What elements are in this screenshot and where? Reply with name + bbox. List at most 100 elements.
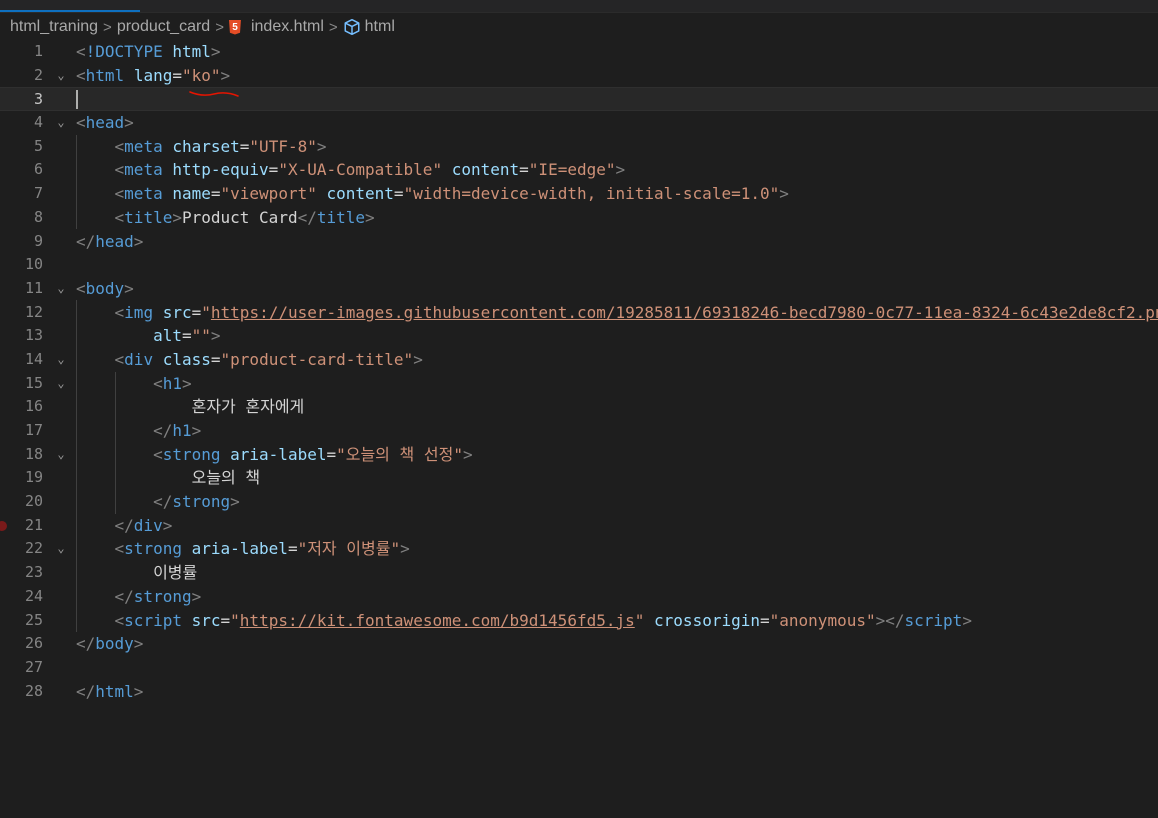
line-content[interactable]: 이병률 (76, 561, 197, 585)
code-token: strong (172, 492, 231, 512)
code-line[interactable]: 24 </strong> (0, 585, 1158, 609)
line-content[interactable]: <meta charset="UTF-8"> (76, 135, 327, 159)
code-token: "IE=edge" (528, 160, 616, 180)
code-token: </ (114, 586, 134, 606)
code-token: h1 (172, 421, 192, 440)
code-line[interactable]: 6 <meta http-equiv="X-UA-Compatible" con… (0, 158, 1158, 182)
code-token: > (400, 539, 410, 559)
line-content[interactable]: </strong> (76, 490, 240, 514)
code-line[interactable]: 1 <!DOCTYPE html> (0, 40, 1158, 64)
line-content[interactable]: alt=""> (76, 324, 220, 348)
code-line[interactable]: 21 </div> (0, 514, 1158, 538)
fold-chevron-icon[interactable]: ⌄ (55, 111, 67, 135)
code-token: = (210, 184, 221, 204)
code-line[interactable]: 12 <img src="https://user-images.githubu… (0, 301, 1158, 325)
line-number: 28 (24, 681, 43, 700)
code-line[interactable]: 14 ⌄ <div class="product-card-title"> (0, 348, 1158, 372)
code-token: < (76, 65, 86, 85)
code-line[interactable]: 26 </body> (0, 632, 1158, 656)
code-line[interactable]: 2 ⌄ <html lang="ko"> (0, 64, 1158, 88)
fold-chevron-icon[interactable]: ⌄ (55, 372, 67, 396)
code-token: = (519, 160, 529, 180)
code-token: " (634, 610, 645, 630)
fold-chevron-icon[interactable]: ⌄ (55, 537, 67, 561)
line-content[interactable]: </h1> (76, 419, 201, 443)
code-line[interactable]: 4 ⌄ <head> (0, 111, 1158, 135)
code-line[interactable]: 5 <meta charset="UTF-8"> (0, 135, 1158, 159)
line-content[interactable]: <meta name="viewport" content="width=dev… (76, 182, 789, 206)
line-content[interactable]: <title>Product Card</title> (76, 206, 375, 230)
line-number: 11 (24, 278, 43, 297)
line-content[interactable]: </body> (76, 632, 143, 656)
code-line[interactable]: 10 (0, 253, 1158, 277)
code-line[interactable]: 20 </strong> (0, 490, 1158, 514)
code-line[interactable]: 3 (0, 87, 1158, 112)
line-content[interactable]: 혼자가 혼자에게 (76, 395, 305, 419)
code-line[interactable]: 9 </head> (0, 230, 1158, 254)
code-token: meta (124, 136, 163, 156)
code-token: content (451, 160, 520, 180)
line-content[interactable]: <strong aria-label="오늘의 책 선정"> (76, 443, 473, 467)
code-line[interactable]: 25 <script src="https://kit.fontawesome.… (0, 609, 1158, 633)
code-token: "viewport" (220, 184, 317, 204)
fold-chevron-icon[interactable]: ⌄ (55, 348, 67, 372)
code-token: > (316, 136, 327, 156)
code-token: "width=device-width, initial-scale=1.0" (403, 184, 780, 204)
breadcrumb-item-subfolder[interactable]: product_card (117, 18, 210, 36)
line-content[interactable]: </strong> (76, 585, 202, 609)
line-content[interactable]: <script src="https://kit.fontawesome.com… (76, 609, 972, 633)
code-line[interactable]: 17 </h1> (0, 419, 1158, 443)
code-line[interactable]: 15 ⌄ <h1> (0, 372, 1158, 396)
line-content[interactable]: 오늘의 책 (76, 466, 261, 490)
code-token: > (779, 184, 789, 204)
fold-chevron-icon[interactable]: ⌄ (55, 277, 67, 301)
code-line[interactable]: 19 오늘의 책 (0, 466, 1158, 490)
line-content[interactable]: <body> (76, 277, 134, 301)
code-line[interactable]: 23 이병률 (0, 561, 1158, 585)
fold-chevron-icon[interactable]: ⌄ (55, 64, 67, 88)
line-content[interactable]: </head> (76, 230, 143, 254)
line-number: 23 (24, 563, 43, 582)
code-token: </ (153, 421, 173, 440)
code-line[interactable]: 16 혼자가 혼자에게 (0, 395, 1158, 419)
code-token: = (268, 160, 279, 180)
line-content[interactable]: </div> (76, 514, 173, 538)
code-line[interactable]: 7 <meta name="viewport" content="width=d… (0, 182, 1158, 206)
line-content[interactable]: <div class="product-card-title"> (76, 348, 423, 372)
line-number: 5 (33, 136, 43, 155)
line-number: 14 (24, 349, 43, 368)
code-line[interactable]: 28 </html> (0, 680, 1158, 704)
code-token: body (85, 278, 125, 298)
line-content[interactable]: <img src="https://user-images.githubuser… (76, 301, 1158, 325)
line-content[interactable]: <meta http-equiv="X-UA-Compatible" conte… (76, 158, 626, 182)
fold-chevron-icon[interactable]: ⌄ (55, 443, 67, 467)
code-line[interactable]: 27 (0, 656, 1158, 680)
code-token: http-equiv (172, 160, 269, 180)
line-content[interactable]: <!DOCTYPE html> (76, 40, 221, 64)
code-token: title (316, 207, 366, 227)
code-token: img (124, 302, 154, 322)
breadcrumb-item-folder[interactable]: html_traning (10, 18, 98, 36)
code-line[interactable]: 11 ⌄ <body> (0, 277, 1158, 301)
line-content[interactable]: </html> (76, 680, 143, 704)
code-token: "오늘의 책 선정" (336, 444, 463, 464)
code-token: div (124, 349, 154, 369)
code-line[interactable]: 13 alt=""> (0, 324, 1158, 348)
code-lines[interactable]: 1 <!DOCTYPE html> 2 ⌄ <html lang="ko"> 3 4 ⌄ <he… (0, 40, 1158, 703)
breadcrumb-item-symbol[interactable]: html (365, 18, 395, 36)
code-line[interactable]: 8 <title>Product Card</title> (0, 206, 1158, 230)
line-content[interactable]: <html lang="ko"> (76, 64, 230, 88)
line-content[interactable]: <head> (76, 111, 134, 135)
breadcrumb-item-file[interactable]: index.html (251, 18, 324, 36)
code-editor[interactable]: html_traning > product_card > 5 index.ht… (0, 0, 1158, 818)
line-content[interactable]: <h1> (76, 372, 192, 396)
code-token: > (181, 373, 192, 393)
code-line[interactable]: 22 ⌄ <strong aria-label="저자 이병률"> (0, 537, 1158, 561)
code-token: </ (297, 207, 317, 227)
text-cursor (76, 90, 78, 110)
code-line[interactable]: 18 ⌄ <strong aria-label="오늘의 책 선정"> (0, 443, 1158, 467)
line-content[interactable]: <strong aria-label="저자 이병률"> (76, 537, 410, 561)
